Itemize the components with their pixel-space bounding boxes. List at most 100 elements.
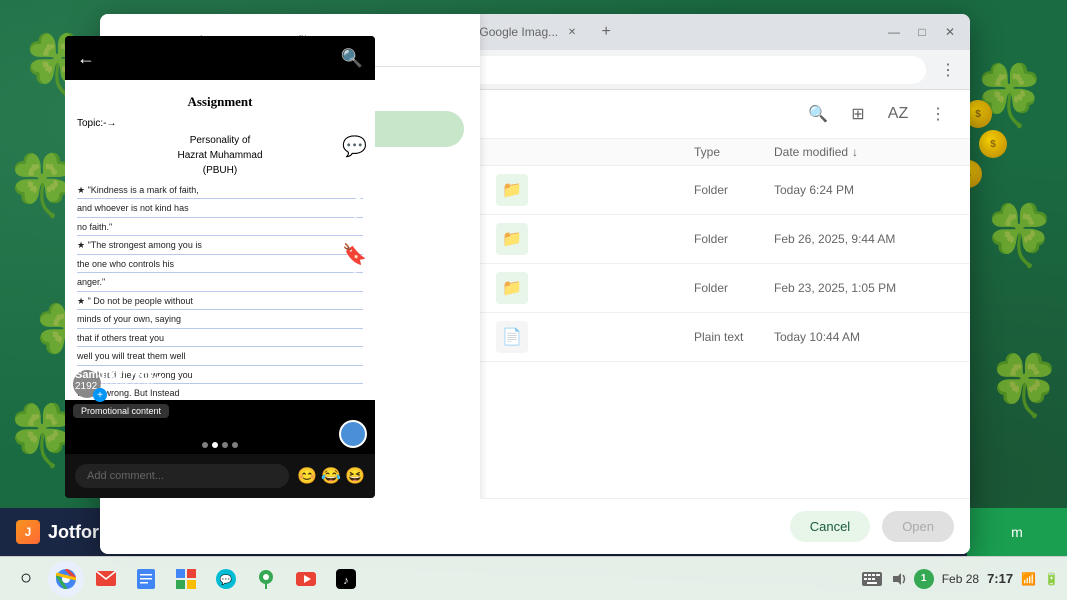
keyboard-icon xyxy=(862,572,882,586)
social-back-button[interactable]: ← xyxy=(77,48,95,69)
paper-line-1: ★ "Kindness is a mark of faith, xyxy=(77,184,363,200)
social-username: Samundri Tehs... xyxy=(75,369,325,381)
share-button[interactable]: ↗ 4 xyxy=(342,188,367,226)
emoji-buttons: 😊 😂 😆 xyxy=(297,466,365,486)
assignment-title: Assignment xyxy=(77,92,363,112)
dot-1 xyxy=(202,442,208,448)
paper-line-3: no faith." xyxy=(77,221,363,237)
table-row[interactable]: 📁 Folder Feb 26, 2025, 9:44 AM xyxy=(480,215,970,264)
dot-4 xyxy=(232,442,238,448)
chrome-icon[interactable] xyxy=(48,561,84,597)
emoji-smile[interactable]: 😊 xyxy=(297,466,317,486)
shamrock-decoration-7: 🍀 xyxy=(987,350,1062,421)
bookmark-icon: 🔖 xyxy=(342,242,367,267)
col-date-header[interactable]: Date modified ↓ xyxy=(774,145,954,159)
grid-view-button[interactable]: ⊞ xyxy=(842,98,874,130)
comment-bar: Add comment... 😊 😂 😆 xyxy=(65,454,375,498)
paper-line-7: ★ " Do not be people without xyxy=(77,295,363,311)
green-open-bar: m xyxy=(967,508,1067,556)
notification-badge[interactable]: 1 xyxy=(914,569,934,589)
green-bar-text: m xyxy=(1011,524,1023,540)
file-picker-actions: Cancel Open xyxy=(480,498,970,554)
slide-dots xyxy=(65,442,375,448)
social-actions: ♡ 34 💬 5 ↗ 4 🔖 4 xyxy=(342,80,367,280)
folder-icon-1: 📁 xyxy=(496,174,528,206)
sort-az-button[interactable]: AZ xyxy=(882,98,914,130)
dot-2 xyxy=(212,442,218,448)
files-icon[interactable] xyxy=(168,561,204,597)
docs-icon[interactable] xyxy=(128,561,164,597)
assignment-topic: Topic:-→ xyxy=(77,116,363,131)
home-button[interactable]: ○ xyxy=(8,561,44,597)
assignment-paper: Assignment Topic:-→ Personality ofHazrat… xyxy=(65,80,375,400)
comment-button[interactable]: 💬 5 xyxy=(342,134,367,172)
taskbar-right-area: 1 Feb 28 7:17 📶 🔋 xyxy=(862,569,1059,589)
bookmark-button[interactable]: 🔖 4 xyxy=(342,242,367,280)
more-options-button[interactable]: ⋮ xyxy=(922,98,954,130)
messages-icon[interactable]: 💬 xyxy=(208,561,244,597)
paper-line-2: and whoever is not kind has xyxy=(77,202,363,218)
file-date-3: Feb 23, 2025, 1:05 PM xyxy=(774,281,954,295)
social-posts: 2192 recent posts xyxy=(75,381,325,392)
minimize-button[interactable]: — xyxy=(882,20,906,44)
cancel-button[interactable]: Cancel xyxy=(790,511,870,542)
comment-input-field[interactable]: Add comment... xyxy=(75,464,289,488)
gmail-icon[interactable] xyxy=(88,561,124,597)
svg-text:♪: ♪ xyxy=(343,575,349,587)
shamrock-decoration-6: 🍀 xyxy=(982,200,1057,271)
current-user-avatar xyxy=(339,420,367,448)
file-date-1: Today 6:24 PM xyxy=(774,183,954,197)
tab-close-3[interactable]: ✕ xyxy=(564,24,580,40)
table-row[interactable]: 📁 Folder Today 6:24 PM xyxy=(480,166,970,215)
social-media-overlay: ← 🔍 Assignment Topic:-→ Personality ofHa… xyxy=(65,36,375,498)
comment-icon: 💬 xyxy=(342,134,367,159)
audio-icon xyxy=(890,571,906,587)
file-list-header: 🔍 ⊞ AZ ⋮ xyxy=(480,90,970,139)
browser-menu-button[interactable]: ⋮ xyxy=(934,56,962,84)
wifi-icon: 📶 xyxy=(1021,572,1036,586)
coin-2: $ xyxy=(979,130,1007,158)
paper-line-5: the one who controls his xyxy=(77,258,363,274)
like-button[interactable]: ♡ 34 xyxy=(342,80,367,118)
taskbar: ○ 💬 ♪ xyxy=(0,556,1067,600)
tiktok-icon[interactable]: ♪ xyxy=(328,561,364,597)
heart-icon: ♡ xyxy=(346,80,364,105)
table-row[interactable]: 📄 Plain text Today 10:44 AM xyxy=(480,313,970,362)
new-tab-button[interactable]: + xyxy=(594,20,618,44)
close-button[interactable]: ✕ xyxy=(938,20,962,44)
emoji-laugh[interactable]: 😂 xyxy=(321,466,341,486)
file-type-4: Plain text xyxy=(694,330,774,344)
share-count: 4 xyxy=(352,215,358,226)
jotform-icon: J xyxy=(16,520,40,544)
taskbar-time: 7:17 xyxy=(987,571,1013,586)
col-type-header: Type xyxy=(694,145,774,159)
file-type-3: Folder xyxy=(694,281,774,295)
taskbar-date: Feb 28 xyxy=(942,572,979,586)
youtube-icon[interactable] xyxy=(288,561,324,597)
text-file-icon: 📄 xyxy=(496,321,528,353)
sort-icon: ↓ xyxy=(852,145,858,159)
file-date-2: Feb 26, 2025, 9:44 AM xyxy=(774,232,954,246)
social-search-button[interactable]: 🔍 xyxy=(341,48,363,69)
window-controls: — □ ✕ xyxy=(882,20,962,44)
date-modified-label: Date modified xyxy=(774,145,848,159)
paper-line-6: anger." xyxy=(77,276,363,292)
svg-text:💬: 💬 xyxy=(220,573,233,586)
emoji-lol[interactable]: 😆 xyxy=(345,466,365,486)
paper-line-9: that if others treat you xyxy=(77,332,363,348)
table-row[interactable]: 📁 Folder Feb 23, 2025, 1:05 PM xyxy=(480,264,970,313)
file-list-area: 🔍 ⊞ AZ ⋮ Type Date modified ↓ 📁 Folder T… xyxy=(480,90,970,554)
battery-icon: 🔋 xyxy=(1044,572,1059,586)
maximize-button[interactable]: □ xyxy=(910,20,934,44)
open-button[interactable]: Open xyxy=(882,511,954,542)
promotional-content-label: Promotional content xyxy=(73,404,169,418)
paper-line-8: minds of your own, saying xyxy=(77,313,363,329)
search-button[interactable]: 🔍 xyxy=(802,98,834,130)
follow-plus-icon[interactable]: + xyxy=(93,388,107,402)
maps-icon[interactable] xyxy=(248,561,284,597)
folder-icon-3: 📁 xyxy=(496,272,528,304)
file-table-header: Type Date modified ↓ xyxy=(480,139,970,166)
paper-line-4: ★ "The strongest among you is xyxy=(77,239,363,255)
bookmark-count: 4 xyxy=(352,269,358,280)
dot-3 xyxy=(222,442,228,448)
